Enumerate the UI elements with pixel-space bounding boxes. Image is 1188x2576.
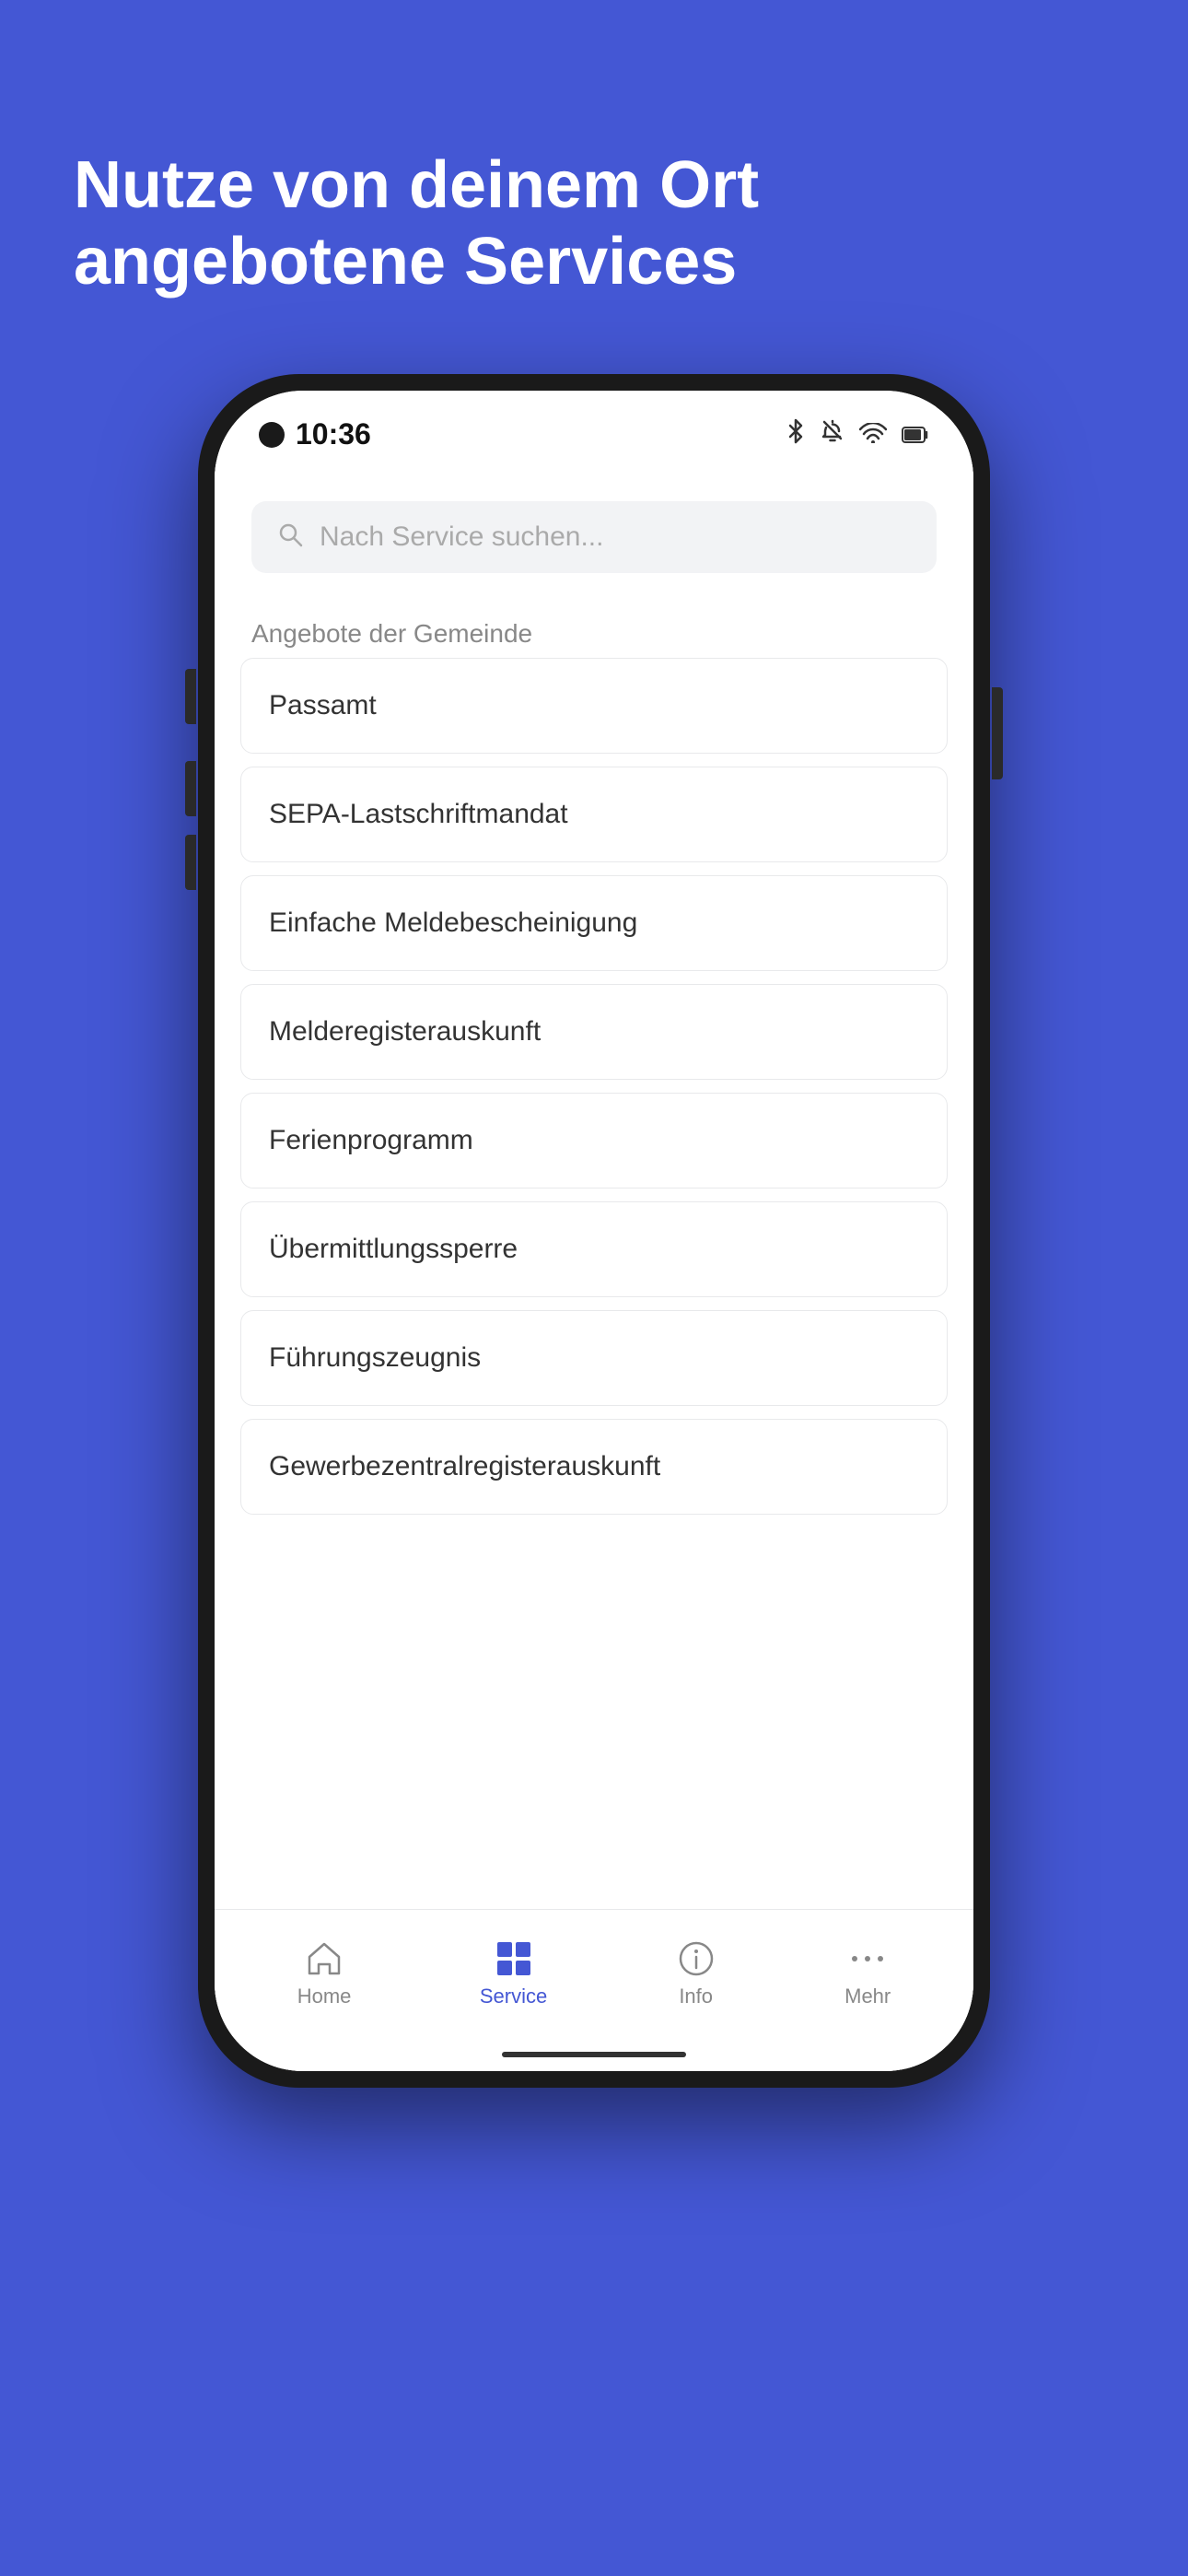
battery-icon bbox=[902, 420, 929, 450]
home-icon bbox=[304, 1938, 344, 1979]
nav-label-service: Service bbox=[480, 1985, 547, 2008]
section-title: Angebote der Gemeinde bbox=[215, 591, 973, 658]
hero-title: Nutze von deinem Ort angebotene Services bbox=[74, 147, 1114, 300]
nav-label-mehr: Mehr bbox=[844, 1985, 891, 2008]
service-item-ferienprogramm[interactable]: Ferienprogramm bbox=[240, 1093, 948, 1188]
status-icons bbox=[786, 418, 929, 451]
bluetooth-icon bbox=[786, 418, 806, 451]
service-item-sepa[interactable]: SEPA-Lastschriftmandat bbox=[240, 767, 948, 862]
mehr-dots-icon bbox=[847, 1938, 888, 1979]
service-item-fuehrungszeugnis[interactable]: Führungszeugnis bbox=[240, 1310, 948, 1406]
home-indicator bbox=[215, 2038, 973, 2071]
bell-off-icon bbox=[821, 418, 844, 451]
app-content: Nach Service suchen... Angebote der Geme… bbox=[215, 464, 973, 2071]
status-time: 10:36 bbox=[296, 417, 371, 451]
service-item-gewerbezentral[interactable]: Gewerbezentralregisterauskunft bbox=[240, 1419, 948, 1515]
search-icon bbox=[277, 521, 303, 552]
phone-shell: 10:36 bbox=[198, 374, 990, 2088]
hero-section: Nutze von deinem Ort angebotene Services bbox=[0, 0, 1188, 356]
service-item-uebermittlungssperre[interactable]: Übermittlungssperre bbox=[240, 1201, 948, 1297]
service-item-passamt[interactable]: Passamt bbox=[240, 658, 948, 754]
service-item-meldebescheinigung[interactable]: Einfache Meldebescheinigung bbox=[240, 875, 948, 971]
phone-screen: 10:36 bbox=[215, 391, 973, 2071]
status-bar: 10:36 bbox=[215, 391, 973, 464]
nav-item-mehr[interactable]: Mehr bbox=[817, 1929, 918, 2018]
search-bar[interactable]: Nach Service suchen... bbox=[251, 501, 937, 573]
vol-down-button bbox=[185, 835, 196, 890]
service-item-melderegister[interactable]: Melderegisterauskunft bbox=[240, 984, 948, 1080]
nav-label-home: Home bbox=[297, 1985, 352, 2008]
nav-item-home[interactable]: Home bbox=[270, 1929, 379, 2018]
vol-up-button bbox=[185, 761, 196, 816]
nav-item-info[interactable]: Info bbox=[648, 1929, 744, 2018]
nav-item-service[interactable]: Service bbox=[452, 1929, 575, 2018]
service-grid-icon bbox=[494, 1938, 534, 1979]
nav-label-info: Info bbox=[679, 1985, 713, 2008]
search-input[interactable]: Nach Service suchen... bbox=[320, 521, 603, 553]
phone-mockup: 10:36 bbox=[198, 374, 990, 2088]
bottom-nav: Home Service bbox=[215, 1909, 973, 2038]
wifi-icon bbox=[859, 420, 887, 450]
service-list: Passamt SEPA-Lastschriftmandat Einfache … bbox=[215, 658, 973, 1909]
search-section: Nach Service suchen... bbox=[215, 464, 973, 591]
info-icon bbox=[676, 1938, 716, 1979]
status-left: 10:36 bbox=[259, 417, 371, 451]
home-indicator-bar bbox=[502, 2052, 686, 2057]
camera-dot bbox=[259, 422, 285, 448]
